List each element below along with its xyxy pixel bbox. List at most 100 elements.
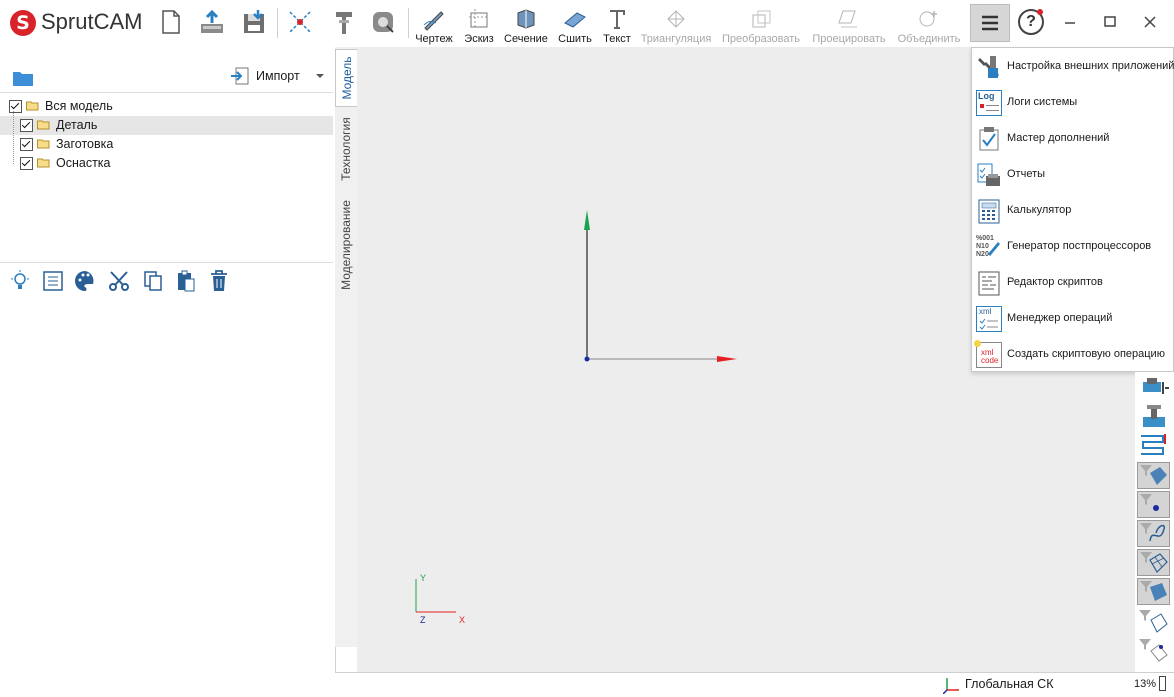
filter-surfaces-button[interactable] <box>1137 549 1170 576</box>
tab-technology-label: Технология <box>339 117 353 181</box>
drawing-button[interactable]: Чертеж <box>413 4 455 46</box>
menu-item-calculator[interactable]: Калькулятор <box>972 193 1174 229</box>
filter-curves-button[interactable] <box>1137 520 1170 547</box>
palette-icon[interactable] <box>73 269 97 293</box>
union-button[interactable]: Объединить <box>895 4 963 46</box>
menu-item-label: Генератор постпроцессоров <box>1007 240 1152 252</box>
divider <box>0 92 333 93</box>
checkbox[interactable] <box>9 100 22 113</box>
project-label: Проецировать <box>812 33 886 45</box>
tree-item-label: Вся модель <box>45 99 113 113</box>
tab-technology[interactable]: Технология <box>335 109 357 189</box>
transform-label: Преобразовать <box>721 33 801 45</box>
transform-button[interactable]: Преобразовать <box>720 4 802 46</box>
union-label: Объединить <box>897 33 961 45</box>
hamburger-icon <box>982 15 998 31</box>
menu-item-reports[interactable]: Отчеты <box>972 157 1174 193</box>
measure-icon[interactable] <box>369 8 397 36</box>
tree-item-part[interactable]: Деталь <box>0 116 333 135</box>
filter-meshes-button[interactable] <box>1137 578 1170 605</box>
open-file-icon[interactable] <box>198 8 226 36</box>
triad-y-label: Y <box>420 573 427 583</box>
tree-item-label: Деталь <box>56 118 98 132</box>
tab-model-label: Модель <box>339 56 354 100</box>
help-button[interactable]: ? <box>1018 9 1044 35</box>
filter-edges-button[interactable] <box>1137 608 1170 635</box>
menu-item-addon-wizard[interactable]: Мастер дополнений <box>972 121 1174 157</box>
zoom-level: 13% <box>1134 678 1157 690</box>
tree-item-all-model[interactable]: Вся модель <box>0 97 333 116</box>
toolpath-icon <box>1141 434 1166 455</box>
menu-item-system-logs[interactable]: Log Логи системы <box>972 85 1174 121</box>
menu-item-label: Отчеты <box>1007 168 1046 180</box>
filter-solid-icon <box>1140 465 1167 485</box>
menu-item-label: Мастер дополнений <box>1007 132 1110 144</box>
filter-mesh-icon <box>1140 581 1167 601</box>
stitch-button[interactable]: Сшить <box>555 4 595 46</box>
operation-manager-icon: xml <box>976 306 1002 332</box>
folder-icon[interactable] <box>12 69 34 87</box>
snap-icon[interactable] <box>286 8 314 36</box>
main-menu-button[interactable] <box>970 4 1010 42</box>
menu-item-postprocessor-generator[interactable]: %001 N10 N20 Генератор постпроцессоров <box>972 229 1174 265</box>
caliper-icon[interactable] <box>330 8 358 36</box>
tree-item-fixture[interactable]: Оснастка <box>0 154 333 173</box>
triangulation-button[interactable]: Триангуляция <box>640 4 712 46</box>
project-button[interactable]: Проецировать <box>810 4 888 46</box>
toolpath-button[interactable] <box>1137 432 1170 459</box>
new-file-icon[interactable] <box>157 8 185 36</box>
fixture-button[interactable] <box>1137 403 1170 430</box>
paste-icon[interactable] <box>174 269 198 293</box>
menu-item-operation-manager[interactable]: xml Менеджер операций <box>972 301 1174 337</box>
menu-item-label: Логи системы <box>1007 96 1078 108</box>
import-button[interactable]: Импорт <box>230 65 330 87</box>
properties-icon[interactable] <box>41 269 65 293</box>
checkbox[interactable] <box>20 138 33 151</box>
origin-point <box>584 356 590 362</box>
coordinate-system-label[interactable]: Глобальная СК <box>965 677 1054 691</box>
filter-solids-button[interactable] <box>1137 462 1170 489</box>
folder-open-icon <box>26 101 39 111</box>
minimize-button[interactable] <box>1060 14 1080 30</box>
menu-item-external-apps[interactable]: Настройка внешних приложений <box>972 49 1174 85</box>
right-toolbar <box>1135 372 1174 672</box>
section-button[interactable]: Сечение <box>502 4 550 46</box>
triangulation-label: Триангуляция <box>640 33 712 45</box>
menu-item-create-script-operation[interactable]: xml code Создать скриптовую операцию <box>972 337 1174 373</box>
text-button[interactable]: Текст <box>598 4 636 46</box>
checkbox[interactable] <box>20 119 33 132</box>
tab-model[interactable]: Модель <box>335 49 357 107</box>
menu-item-label: Создать скриптовую операцию <box>1007 348 1165 360</box>
checkbox[interactable] <box>20 157 33 170</box>
machine-setup-button[interactable] <box>1137 374 1170 401</box>
copy-icon[interactable] <box>141 269 165 293</box>
new-badge <box>974 340 981 347</box>
menu-item-label: Менеджер операций <box>1007 312 1113 324</box>
filter-surface-icon <box>1140 552 1168 573</box>
text-icon <box>610 10 625 29</box>
folder-open-icon <box>37 139 50 149</box>
tree-item-workpiece[interactable]: Заготовка <box>0 135 333 154</box>
folder-open-icon <box>37 120 50 130</box>
filter-vertices-button[interactable] <box>1137 637 1170 664</box>
save-file-icon[interactable] <box>240 8 268 36</box>
status-bar: Глобальная СК 13% <box>335 672 1174 697</box>
import-icon <box>231 67 249 85</box>
sketch-button[interactable]: Эскиз <box>460 4 498 46</box>
delete-icon[interactable] <box>207 269 231 293</box>
maximize-button[interactable] <box>1100 14 1120 30</box>
close-button[interactable] <box>1140 14 1160 30</box>
vertical-tabs: Модель Технология Моделирование <box>335 47 357 647</box>
menu-item-label: Редактор скриптов <box>1007 276 1103 288</box>
postprocessor-icon: %001 N10 N20 <box>976 234 1002 260</box>
machine-vise-icon <box>1143 378 1169 394</box>
visibility-icon[interactable] <box>8 269 32 293</box>
filter-points-button[interactable] <box>1137 491 1170 518</box>
scissors-icon[interactable] <box>107 269 131 293</box>
menu-item-label: Настройка внешних приложений <box>1007 60 1174 72</box>
menu-item-script-editor[interactable]: Редактор скриптов <box>972 265 1174 301</box>
model-panel: Импорт Вся модель Деталь Заготовка Оснас… <box>0 47 336 696</box>
tab-modeling[interactable]: Моделирование <box>335 192 357 297</box>
operation-manager-icon-text: xml <box>979 307 992 316</box>
minimize-icon <box>1065 22 1075 24</box>
